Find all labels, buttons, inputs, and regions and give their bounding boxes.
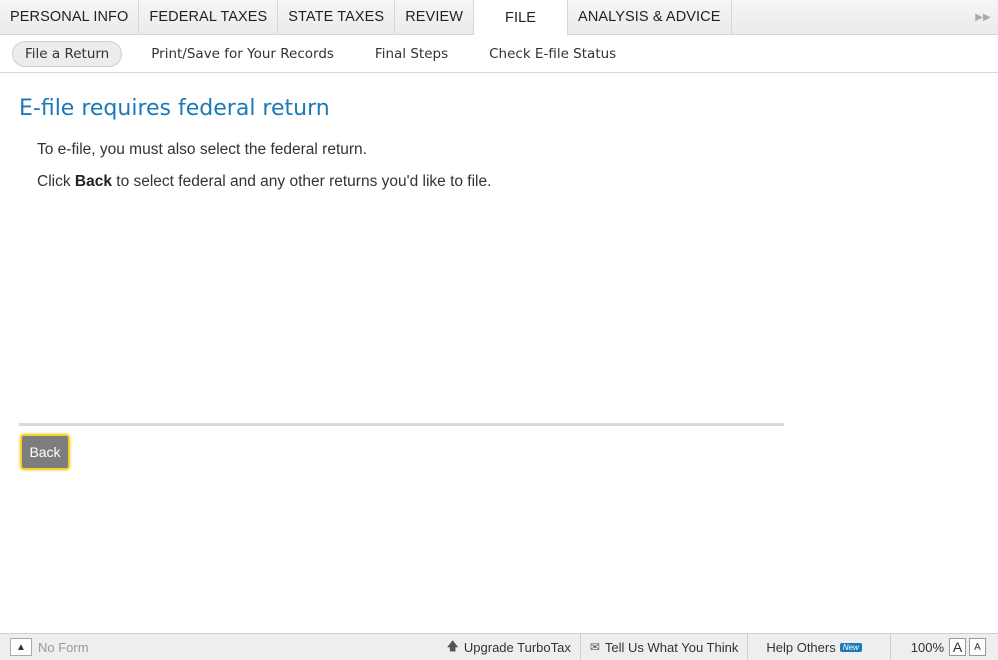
feedback-label: Tell Us What You Think	[604, 639, 739, 655]
instruction-prefix: Click	[37, 173, 75, 190]
footer-bar: ▲ No Form 🡅 Upgrade TurboTax ✉ Tell Us W…	[0, 633, 998, 660]
tab-state-taxes[interactable]: STATE TAXES	[278, 0, 396, 34]
subtab-print-save[interactable]: Print/Save for Your Records	[139, 42, 346, 66]
increase-font-button[interactable]: A	[949, 638, 966, 656]
upgrade-arrow-icon: 🡅	[446, 638, 459, 653]
tab-analysis-advice[interactable]: ANALYSIS & ADVICE	[568, 0, 732, 34]
upgrade-turbotax-link[interactable]: 🡅 Upgrade TurboTax	[438, 634, 580, 660]
page-title: E-file requires federal return	[19, 96, 330, 121]
zoom-controls: 100% A A	[889, 634, 998, 660]
tab-federal-taxes[interactable]: FEDERAL TAXES	[139, 0, 279, 34]
decrease-font-button[interactable]: A	[969, 638, 986, 656]
forms-toggle-up-icon[interactable]: ▲	[10, 638, 32, 656]
tab-file[interactable]: FILE	[474, 0, 569, 36]
feedback-link[interactable]: ✉ Tell Us What You Think	[579, 634, 748, 660]
zoom-level: 100%	[910, 639, 944, 655]
tab-personal-info[interactable]: PERSONAL INFO	[0, 0, 140, 34]
instruction-text: To e-file, you must also select the fede…	[37, 141, 367, 158]
new-badge: New	[839, 642, 862, 652]
back-button[interactable]: Back	[20, 434, 70, 470]
back-instruction-text: Click Back to select federal and any oth…	[37, 173, 491, 191]
divider	[19, 423, 784, 426]
sub-tab-bar: File a Return Print/Save for Your Record…	[0, 36, 998, 73]
envelope-icon: ✉	[589, 640, 600, 654]
subtab-file-a-return[interactable]: File a Return	[12, 41, 123, 67]
collapse-panel-icon[interactable]: ▶▶	[972, 0, 994, 34]
instruction-suffix: to select federal and any other returns …	[111, 173, 492, 190]
no-form-label: No Form	[38, 639, 89, 655]
help-others-label: Help Others	[766, 639, 836, 655]
help-others-link[interactable]: Help Others New	[747, 634, 889, 660]
subtab-final-steps[interactable]: Final Steps	[363, 42, 460, 66]
upgrade-label: Upgrade TurboTax	[463, 639, 571, 655]
instruction-back-emphasis: Back	[74, 173, 112, 190]
tab-review[interactable]: REVIEW	[395, 0, 475, 34]
subtab-check-efile-status[interactable]: Check E-file Status	[477, 42, 628, 66]
top-tab-bar: PERSONAL INFO FEDERAL TAXES STATE TAXES …	[0, 0, 998, 36]
